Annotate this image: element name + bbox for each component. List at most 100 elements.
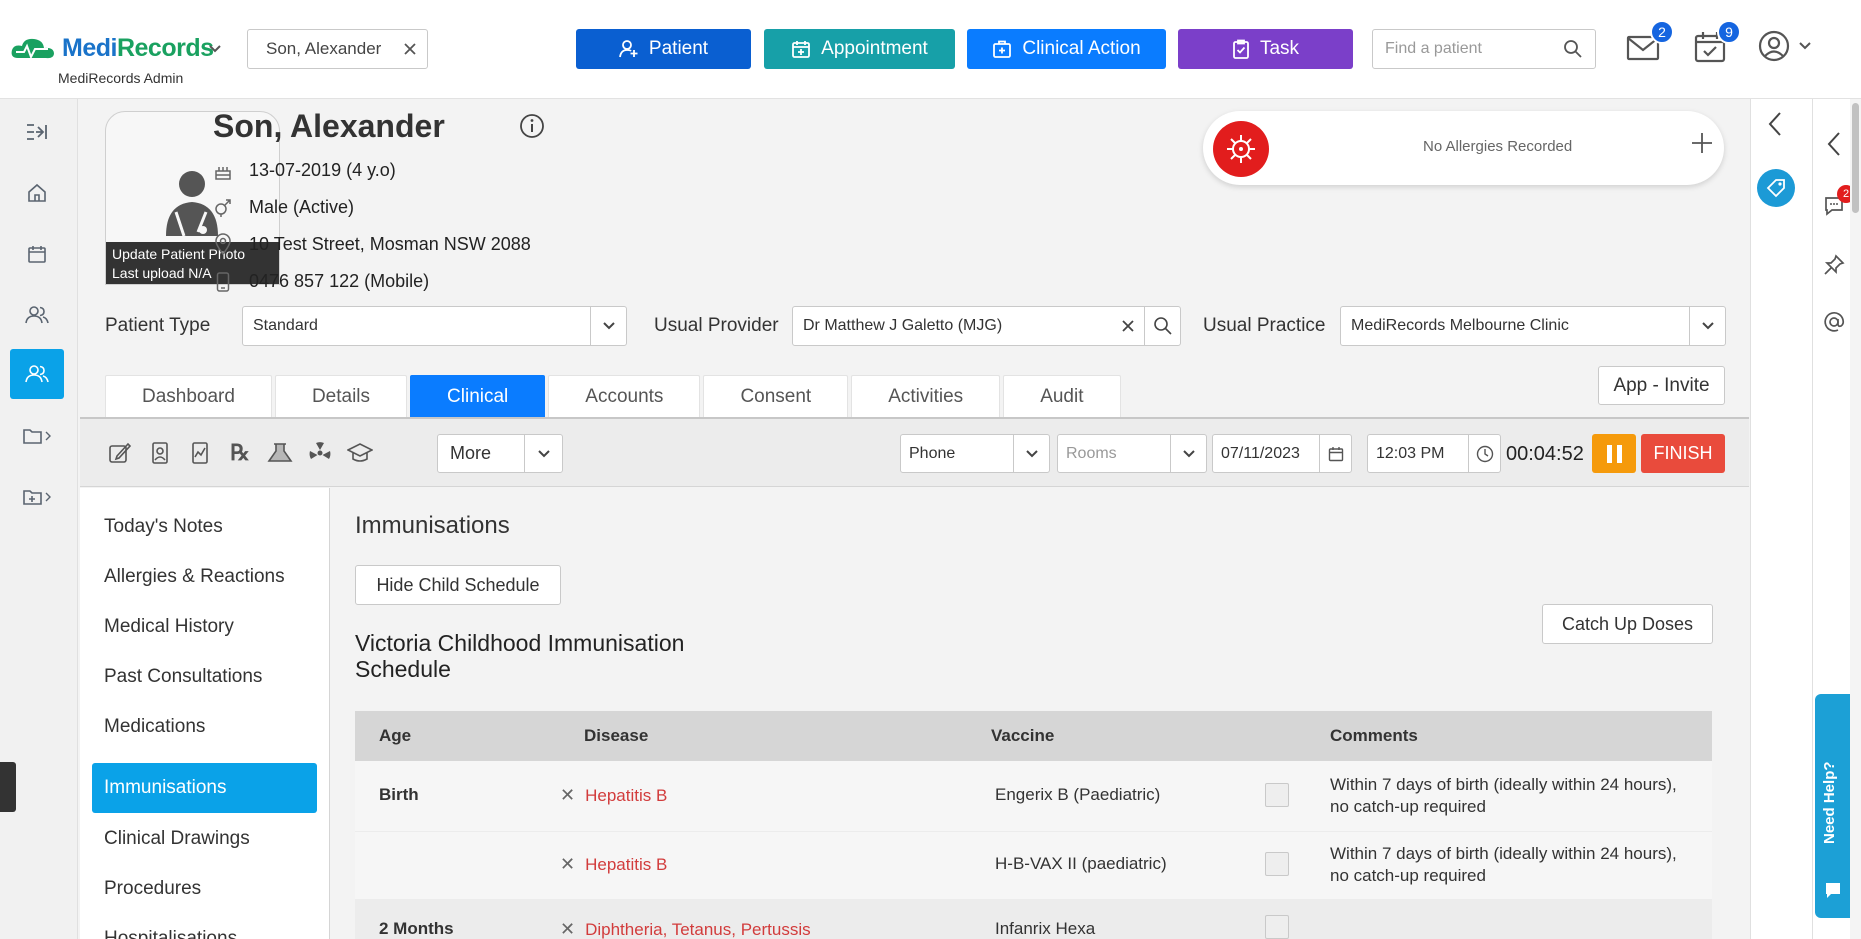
tab-clinical[interactable]: Clinical [410, 375, 546, 417]
rooms-select[interactable]: Rooms [1057, 434, 1207, 473]
chat-bubble-icon [1823, 880, 1843, 900]
tab-activities[interactable]: Activities [851, 375, 1001, 417]
expand-menu-icon[interactable] [10, 107, 64, 157]
chevron-left-icon[interactable] [1826, 131, 1842, 157]
radiology-icon[interactable] [306, 439, 334, 467]
medirecords-logo[interactable]: MediRecords [10, 34, 214, 63]
mention-icon[interactable] [1823, 311, 1845, 333]
current-patient-chip[interactable]: Son, Alexander [247, 29, 428, 69]
tab-consent[interactable]: Consent [703, 375, 849, 417]
given-checkbox[interactable] [1265, 915, 1289, 939]
education-cap-icon[interactable] [346, 439, 374, 467]
add-folder-icon[interactable] [10, 472, 64, 522]
patient-gender-row: Male (Active) [213, 197, 354, 218]
allergy-virus-icon[interactable] [1213, 121, 1269, 177]
menu-medications[interactable]: Medications [92, 702, 317, 752]
new-appointment-button[interactable]: Appointment [764, 29, 955, 69]
row-age: Birth [379, 785, 419, 804]
chevron-down-icon[interactable] [208, 44, 222, 54]
menu-medical-history[interactable]: Medical History [92, 602, 317, 652]
patient-gender: Male (Active) [249, 197, 355, 217]
edit-notes-icon[interactable] [106, 439, 134, 467]
patients-group-icon[interactable] [10, 290, 64, 340]
user-menu[interactable] [1758, 30, 1812, 62]
tab-accounts[interactable]: Accounts [548, 375, 701, 417]
contact-type-select[interactable]: Phone [900, 434, 1050, 473]
column-age: Age [379, 726, 412, 745]
given-checkbox[interactable] [1265, 783, 1289, 807]
new-patient-button[interactable]: Patient [576, 29, 751, 69]
menu-procedures[interactable]: Procedures [92, 864, 317, 914]
catch-up-doses-button[interactable]: Catch Up Doses [1542, 604, 1713, 644]
collapse-left-icon[interactable] [1767, 111, 1783, 137]
menu-past-consultations[interactable]: Past Consultations [92, 652, 317, 702]
prescription-icon[interactable]: ℞ [226, 439, 254, 467]
row-disease[interactable]: ✕ Hepatitis B [560, 854, 667, 875]
pathology-flask-icon[interactable] [266, 439, 294, 467]
patient-type-select[interactable]: Standard [242, 306, 627, 346]
scrollbar-thumb[interactable] [1852, 103, 1859, 213]
disease-link[interactable]: Hepatitis B [585, 786, 667, 806]
usual-practice-select[interactable]: MediRecords Melbourne Clinic [1340, 306, 1726, 346]
screen-share-tab[interactable] [0, 762, 16, 812]
menu-allergies-reactions[interactable]: Allergies & Reactions [92, 552, 317, 602]
row-vaccine: Infanrix Hexa [995, 919, 1096, 938]
top-bar: MediRecords MediRecords Admin Son, Alexa… [0, 0, 1861, 99]
usual-provider-label: Usual Provider [654, 315, 779, 336]
date-input[interactable]: 07/11/2023 [1212, 434, 1352, 473]
clock-icon[interactable] [1468, 435, 1500, 472]
chevron-down-icon[interactable] [1013, 435, 1049, 472]
tag-icon[interactable] [1757, 169, 1795, 207]
disease-link[interactable]: Diphtheria, Tetanus, Pertussis [585, 920, 811, 939]
rooms-placeholder: Rooms [1066, 444, 1117, 462]
document-person-icon[interactable] [146, 439, 174, 467]
column-vaccine: Vaccine [991, 726, 1055, 745]
clear-icon[interactable] [1112, 320, 1144, 332]
chat-icon[interactable]: 2 [1823, 185, 1855, 217]
tasks-button[interactable]: 9 [1693, 20, 1741, 64]
row-age: 2 Months [379, 919, 454, 938]
home-icon[interactable] [10, 168, 64, 218]
messages-button[interactable]: 2 [1626, 20, 1674, 64]
disease-link[interactable]: Hepatitis B [585, 855, 667, 875]
row-disease[interactable]: ✕ Hepatitis B [560, 785, 667, 806]
close-icon[interactable] [403, 42, 417, 56]
clinical-action-button[interactable]: Clinical Action [967, 29, 1166, 69]
info-icon[interactable] [519, 113, 545, 139]
new-task-button[interactable]: Task [1178, 29, 1353, 69]
hide-child-schedule-button[interactable]: Hide Child Schedule [355, 565, 561, 605]
plus-icon[interactable] [1690, 131, 1714, 155]
chevron-down-icon[interactable] [524, 435, 562, 472]
tab-details[interactable]: Details [274, 375, 408, 417]
given-checkbox[interactable] [1265, 852, 1289, 876]
menu-todays-notes[interactable]: Today's Notes [92, 502, 317, 552]
chevron-down-icon[interactable] [1689, 307, 1725, 345]
results-chart-icon[interactable] [186, 439, 214, 467]
patient-phone: 0476 857 122 (Mobile) [249, 271, 430, 291]
search-icon[interactable] [1563, 39, 1583, 59]
row-disease[interactable]: ✕ Diphtheria, Tetanus, Pertussis [560, 919, 811, 939]
calendar-icon[interactable] [1319, 435, 1351, 472]
menu-hospitalisations[interactable]: Hospitalisations [92, 914, 317, 939]
finish-button[interactable]: FINISH [1641, 434, 1725, 473]
find-patient-input[interactable]: Find a patient [1372, 29, 1596, 69]
chevron-down-icon[interactable] [590, 307, 626, 345]
patient-record-icon[interactable] [10, 349, 64, 399]
search-icon[interactable] [1144, 307, 1180, 345]
tab-audit[interactable]: Audit [1003, 375, 1121, 417]
pause-button[interactable] [1592, 434, 1636, 473]
app-invite-button[interactable]: App - Invite [1598, 366, 1725, 405]
gender-icon [213, 198, 233, 218]
chevron-down-icon[interactable] [1170, 435, 1206, 472]
usual-provider-field[interactable]: Dr Matthew J Galetto (MJG) [792, 306, 1181, 346]
menu-clinical-drawings[interactable]: Clinical Drawings [92, 814, 317, 864]
folder-icon[interactable] [10, 411, 64, 461]
tab-dashboard[interactable]: Dashboard [105, 375, 272, 417]
calendar-icon[interactable] [10, 229, 64, 279]
need-help-tab[interactable]: Need Help? [1815, 694, 1850, 918]
more-dropdown[interactable]: More [437, 434, 563, 473]
page-scrollbar[interactable] [1850, 99, 1861, 939]
menu-immunisations[interactable]: Immunisations [92, 763, 317, 813]
time-input[interactable]: 12:03 PM [1367, 434, 1501, 473]
pin-icon[interactable] [1823, 254, 1845, 276]
